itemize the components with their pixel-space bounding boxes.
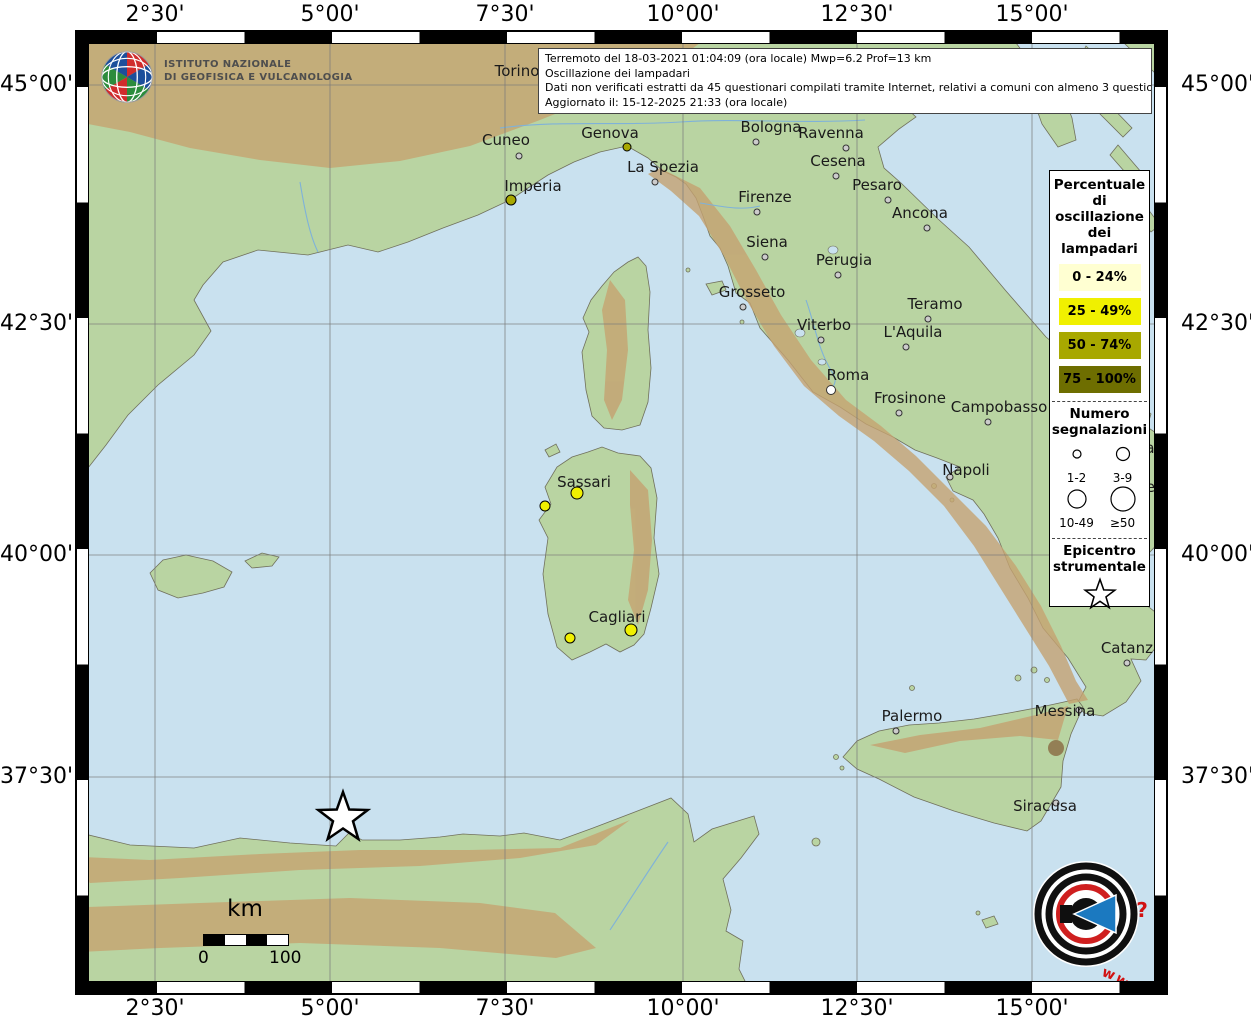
map-frame-left [76, 31, 89, 994]
legend-title-line: lampadari [1050, 241, 1149, 257]
scale-start: 0 [198, 948, 209, 968]
map-canvas: VeronaTorinoCuneoGenovaImperiaLa SpeziaB… [0, 0, 1251, 1024]
scale-end: 100 [269, 948, 301, 968]
legend-swatches: 0 - 24% 25 - 49% 50 - 74% 75 - 100% [1050, 264, 1149, 393]
ingv-text: ISTITUTO NAZIONALE DI GEOFISICA E VULCAN… [164, 48, 353, 106]
legend-epicenter-title-line: strumentale [1050, 559, 1149, 575]
legend-count-item: ≥50 [1100, 485, 1146, 530]
legend-counts-title-line: Numero [1050, 406, 1149, 422]
legend-count-item: 3-9 [1100, 440, 1146, 485]
legend-count-label: 3-9 [1100, 472, 1146, 485]
lat-label-right: 42°30' [1181, 311, 1251, 337]
lat-label-right: 40°00' [1181, 542, 1251, 568]
legend-swatch: 25 - 49% [1059, 298, 1141, 325]
lon-label-top: 7°30' [445, 2, 565, 28]
ingv-globe-icon [98, 48, 156, 106]
legend-counts-title-line: segnalazioni [1050, 422, 1149, 438]
lat-label-right: 45°00' [1181, 72, 1251, 98]
lat-label-left: 37°30' [0, 764, 68, 790]
map-frame-top [76, 31, 1167, 44]
count-circle-icon [1060, 485, 1094, 513]
legend-counts-title: Numerosegnalazioni [1050, 406, 1149, 438]
ingv-line2: DI GEOFISICA E VULCANOLOGIA [164, 71, 353, 84]
lon-label-top: 10°00' [623, 2, 743, 28]
legend-epicenter-title-line: Epicentro [1050, 543, 1149, 559]
legend-swatch: 75 - 100% [1059, 366, 1141, 393]
lon-label-top: 12°30' [797, 2, 917, 28]
lon-label-top: 2°30' [95, 2, 215, 28]
lon-label-bottom: 5°00' [270, 996, 390, 1022]
scale-seg-4 [267, 935, 288, 945]
legend-title-line: di [1050, 193, 1149, 209]
legend-count-item: 10-49 [1054, 485, 1100, 530]
legend-epicenter-star-icon [1050, 577, 1150, 611]
scale-bar-labels: 0 100 [203, 946, 287, 966]
legend-title-line: Percentuale [1050, 177, 1149, 193]
legend-epicenter-title: Epicentrostrumentale [1050, 543, 1149, 575]
scale-bar-unit: km [203, 896, 287, 922]
lon-label-bottom: 10°00' [623, 996, 743, 1022]
scale-seg-1 [204, 935, 225, 945]
lon-label-bottom: 2°30' [95, 996, 215, 1022]
scale-bar-segments [203, 934, 289, 946]
scale-seg-2 [225, 935, 246, 945]
event-title: Terremoto del 18-03-2021 01:04:09 (ora l… [545, 52, 1145, 67]
legend-box: Percentualedioscillazionedeilampadari 0 … [1049, 170, 1150, 607]
legend-count-label: 1-2 [1054, 472, 1100, 485]
lon-label-bottom: 7°30' [445, 996, 565, 1022]
scale-seg-3 [246, 935, 267, 945]
legend-swatch: 0 - 24% [1059, 264, 1141, 291]
legend-count-label: ≥50 [1100, 517, 1146, 530]
event-effect: Oscillazione dei lampadari [545, 67, 1145, 82]
lon-label-top: 15°00' [972, 2, 1092, 28]
lat-label-left: 45°00' [0, 72, 68, 98]
count-circle-icon [1106, 440, 1140, 468]
legend-separator-2 [1052, 538, 1147, 539]
count-circle-icon [1060, 440, 1094, 468]
legend-swatch: 50 - 74% [1059, 332, 1141, 359]
lat-label-left: 42°30' [0, 311, 68, 337]
lon-label-bottom: 12°30' [797, 996, 917, 1022]
event-disclaimer: Dati non verificati estratti da 45 quest… [545, 81, 1145, 96]
event-info-box: Terremoto del 18-03-2021 01:04:09 (ora l… [538, 48, 1152, 114]
map-frame-bottom [76, 981, 1167, 994]
ingv-logo-block: ISTITUTO NAZIONALE DI GEOFISICA E VULCAN… [98, 48, 353, 106]
ingv-line1: ISTITUTO NAZIONALE [164, 58, 353, 71]
count-circle-icon [1106, 485, 1140, 513]
lat-label-left: 40°00' [0, 542, 68, 568]
legend-count-circles: 1-23-9 10-49≥50 [1054, 440, 1146, 530]
legend-title: Percentualedioscillazionedeilampadari [1050, 177, 1149, 257]
lon-label-top: 5°00' [270, 2, 390, 28]
legend-title-line: dei [1050, 225, 1149, 241]
map-frame-right [1154, 31, 1167, 994]
event-updated: Aggiornato il: 15-12-2025 21:33 (ora loc… [545, 96, 1145, 111]
legend-title-line: oscillazione [1050, 209, 1149, 225]
legend-count-item: 1-2 [1054, 440, 1100, 485]
legend-separator [1052, 401, 1147, 402]
map-frame [75, 30, 1168, 995]
lon-label-bottom: 15°00' [972, 996, 1092, 1022]
legend-count-label: 10-49 [1054, 517, 1100, 530]
lat-label-right: 37°30' [1181, 764, 1251, 790]
scale-bar: km 0 100 [203, 896, 323, 966]
